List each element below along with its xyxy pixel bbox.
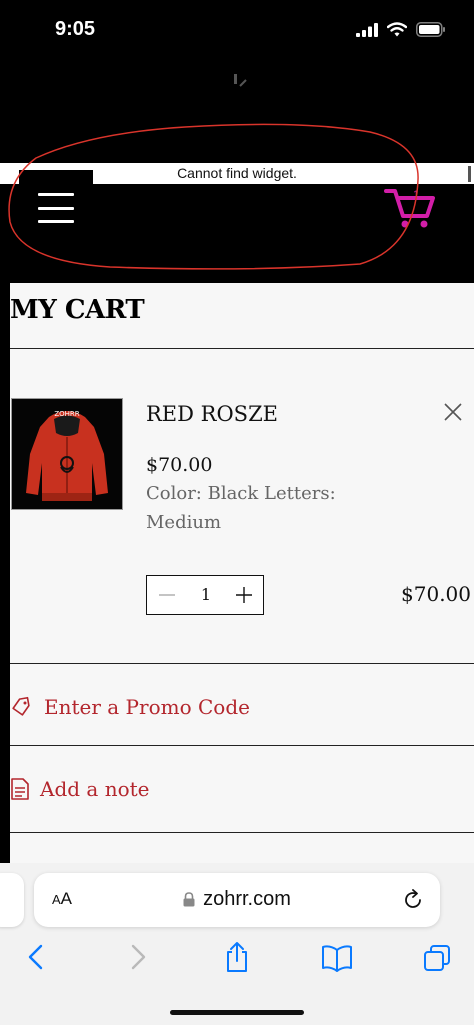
status-time: 9:05 (55, 18, 96, 40)
menu-line (38, 193, 74, 196)
promo-code-label: Enter a Promo Code (44, 695, 250, 719)
page-title: MY CART (10, 295, 145, 325)
cart-count-badge: 1 (413, 189, 419, 201)
divider (10, 348, 474, 349)
back-chevron-icon[interactable] (22, 940, 52, 974)
note-icon (11, 778, 29, 800)
widget-scrollbar[interactable] (468, 166, 471, 182)
cellular-signal-icon (356, 22, 378, 37)
wifi-icon (387, 22, 407, 37)
widget-tab (19, 170, 93, 184)
quantity-stepper: 1 (146, 575, 264, 615)
home-indicator[interactable] (170, 1010, 304, 1015)
add-note-label: Add a note (40, 777, 150, 801)
product-name[interactable]: RED ROSZE (146, 402, 278, 426)
remove-item-close-icon[interactable] (443, 402, 463, 422)
divider (10, 745, 474, 746)
loading-icon (234, 74, 247, 87)
menu-line (38, 206, 74, 210)
decrease-quantity-button[interactable] (159, 587, 175, 603)
promo-code-link[interactable]: Enter a Promo Code (10, 685, 474, 729)
product-option-color: Color: Black Letters: (146, 483, 336, 504)
hamburger-menu-icon[interactable] (38, 190, 74, 226)
hoodie-print: ZOHRR (54, 410, 79, 418)
previous-tab-preview[interactable] (0, 873, 24, 927)
status-icons (356, 22, 446, 37)
add-note-link[interactable]: Add a note (10, 767, 474, 811)
battery-icon (416, 22, 445, 37)
tag-icon (12, 696, 30, 716)
divider (10, 832, 474, 833)
share-icon[interactable] (222, 940, 252, 974)
cart-page: MY CART ZOHRR RED ROSZE $70.00 Color: Bl… (10, 283, 474, 863)
product-image[interactable]: ZOHRR (11, 398, 123, 510)
increase-quantity-button[interactable] (236, 587, 252, 603)
menu-line (38, 220, 74, 223)
lock-icon (183, 892, 195, 907)
url-display[interactable]: zohrr.com (34, 888, 440, 911)
status-bar: 9:05 (0, 0, 474, 62)
reload-icon[interactable] (402, 889, 424, 911)
hoodie-image: ZOHRR (12, 399, 122, 509)
divider (10, 663, 474, 664)
quantity-value[interactable]: 1 (187, 585, 225, 604)
shopping-cart-icon[interactable]: 1 (383, 186, 435, 230)
bookmarks-book-icon[interactable] (320, 940, 354, 974)
address-bar[interactable]: AA zohrr.com (34, 873, 440, 927)
url-text: zohrr.com (203, 888, 291, 910)
product-price: $70.00 (146, 454, 213, 476)
tabs-overview-icon[interactable] (422, 940, 452, 974)
forward-chevron-icon[interactable] (122, 940, 152, 974)
product-option-size: Medium (146, 512, 222, 533)
line-total: $70.00 (401, 582, 471, 606)
